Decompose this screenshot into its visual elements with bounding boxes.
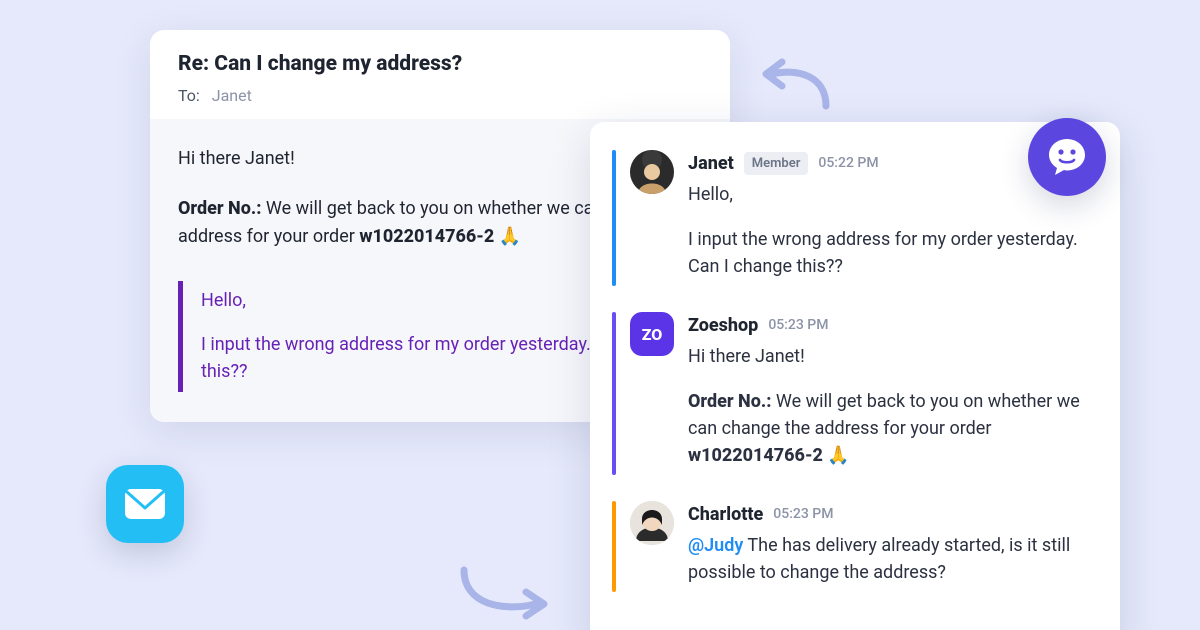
message-content: Zoeshop 05:23 PM Hi there Janet! Order N… [688, 312, 1094, 475]
chat-message: Charlotte 05:23 PM @Judy The has deliver… [612, 501, 1094, 592]
avatar-charlotte [630, 501, 674, 545]
message-content: Charlotte 05:23 PM @Judy The has deliver… [688, 501, 1094, 592]
chat-app-icon [1028, 118, 1106, 196]
msg-order-line: Order No.: We will get back to you on wh… [688, 388, 1094, 469]
sender-name: Zoeshop [688, 312, 758, 339]
avatar-zoeshop: ZO [630, 312, 674, 356]
msg-line: @Judy The has delivery already started, … [688, 532, 1094, 586]
msg-text: The has delivery already started, is it … [688, 535, 1070, 583]
message-body: @Judy The has delivery already started, … [688, 532, 1094, 586]
message-body: Hi there Janet! Order No.: We will get b… [688, 343, 1094, 469]
email-subject: Re: Can I change my address? [178, 52, 702, 76]
avatar-janet [630, 150, 674, 194]
pray-emoji: 🙏 [827, 445, 849, 466]
timestamp: 05:23 PM [773, 504, 833, 525]
reply-arrow-icon [748, 54, 838, 118]
order-no-label: Order No.: [178, 198, 261, 219]
email-to-value: Janet [212, 86, 252, 105]
chat-message: Janet Member 05:22 PM Hello, I input the… [612, 150, 1094, 286]
order-number: w1022014766-2 [359, 226, 494, 247]
sender-name: Janet [688, 150, 734, 177]
order-number: w1022014766-2 [688, 445, 823, 466]
chat-card: Janet Member 05:22 PM Hello, I input the… [590, 122, 1120, 630]
email-to-label: To: [178, 86, 200, 105]
msg-line: Hello, [688, 181, 1094, 208]
timestamp: 05:22 PM [818, 153, 878, 174]
mail-app-icon [106, 465, 184, 543]
timestamp: 05:23 PM [768, 315, 828, 336]
accent-bar [612, 501, 616, 592]
sender-name: Charlotte [688, 501, 763, 528]
email-header: Re: Can I change my address? To: Janet [150, 30, 730, 119]
msg-line: I input the wrong address for my order y… [688, 226, 1094, 280]
chat-message: ZO Zoeshop 05:23 PM Hi there Janet! Orde… [612, 312, 1094, 475]
forward-arrow-icon [452, 560, 562, 624]
avatar-initials: ZO [642, 325, 663, 344]
order-no-label: Order No.: [688, 391, 771, 412]
stage: Re: Can I change my address? To: Janet H… [0, 0, 1200, 630]
msg-greeting: Hi there Janet! [688, 343, 1094, 370]
email-to-line: To: Janet [178, 86, 702, 105]
pray-emoji: 🙏 [499, 226, 521, 247]
message-body: Hello, I input the wrong address for my … [688, 181, 1094, 280]
member-badge: Member [744, 152, 809, 176]
mention[interactable]: @Judy [688, 535, 743, 556]
accent-bar [612, 150, 616, 286]
message-meta: Charlotte 05:23 PM [688, 501, 1094, 528]
message-meta: Zoeshop 05:23 PM [688, 312, 1094, 339]
accent-bar [612, 312, 616, 475]
